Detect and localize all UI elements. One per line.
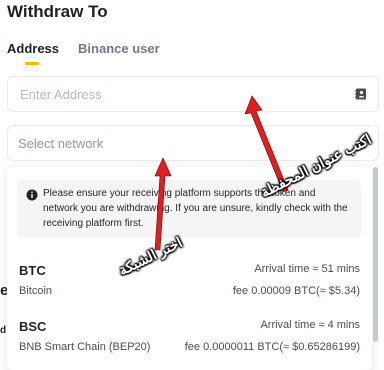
address-field[interactable] bbox=[7, 76, 379, 112]
network-option-btc[interactable]: BTC Bitcoin Arrival time ≈ 51 mins fee 0… bbox=[19, 263, 360, 307]
network-symbol: BSC bbox=[19, 319, 47, 334]
network-symbol: BTC bbox=[19, 263, 46, 278]
address-input[interactable] bbox=[18, 85, 354, 103]
network-name: BNB Smart Chain (BEP20) bbox=[19, 341, 151, 353]
tab-address[interactable]: Address bbox=[7, 41, 59, 56]
network-fee: fee 0.00009 BTC(≈ $5.34) bbox=[232, 285, 360, 297]
background-text-fragment: d bbox=[0, 325, 7, 336]
network-fee: fee 0.0000011 BTC(≈ $0.65286199) bbox=[184, 341, 360, 353]
network-select-placeholder: Select network bbox=[18, 135, 104, 151]
notice-text: Please ensure your receiving platform su… bbox=[43, 188, 348, 229]
arrival-time: Arrival time ≈ 4 mins bbox=[260, 319, 360, 331]
page-title: Withdraw To bbox=[7, 2, 108, 21]
active-tab-indicator bbox=[25, 62, 39, 65]
address-book-icon[interactable] bbox=[354, 87, 368, 101]
network-option-bsc[interactable]: BSC BNB Smart Chain (BEP20) Arrival time… bbox=[19, 319, 360, 363]
network-notice: Please ensure your receiving platform su… bbox=[17, 180, 361, 238]
withdraw-tabs: Address Binance user bbox=[7, 41, 160, 56]
info-icon bbox=[26, 188, 38, 201]
tab-binance-user[interactable]: Binance user bbox=[78, 41, 160, 56]
arrival-time: Arrival time ≈ 51 mins bbox=[254, 263, 360, 275]
dropdown-scrollbar[interactable] bbox=[373, 167, 378, 342]
network-name: Bitcoin bbox=[19, 285, 53, 297]
